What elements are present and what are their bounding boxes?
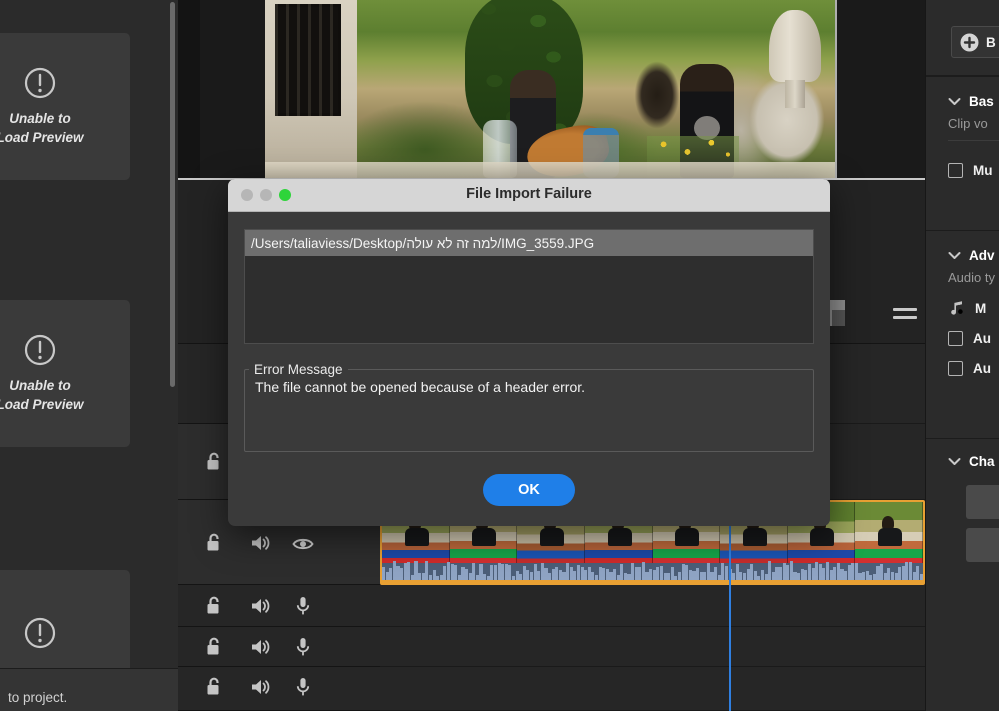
audio-checkbox-row-2[interactable]: Au [926, 353, 999, 383]
chevron-down-icon [948, 457, 961, 466]
clip-audio-waveform [382, 563, 923, 583]
eye-icon[interactable] [292, 536, 314, 552]
track-header-audio-3[interactable] [178, 667, 380, 711]
mute-label: Mu [973, 163, 993, 178]
chevron-down-icon [948, 251, 961, 260]
inspector-section-advanced: Adv Audio ty M Au Au [926, 240, 999, 383]
alert-circle-icon [23, 333, 57, 367]
checkbox-icon[interactable] [948, 331, 963, 346]
bin-footer-text: to project. [8, 690, 67, 705]
speaker-icon[interactable] [250, 534, 270, 552]
dialog-title: File Import Failure [228, 186, 830, 202]
alert-circle-icon [23, 66, 57, 100]
section-title: Cha [969, 454, 995, 469]
music-type-row[interactable]: M [926, 293, 999, 323]
preview-video-frame [265, 0, 835, 178]
inspector-section-basic: Bas Clip vo Mu [926, 86, 999, 185]
audio-option-label-1: Au [973, 331, 991, 346]
microphone-icon[interactable] [296, 637, 310, 657]
section-title: Bas [969, 94, 994, 109]
add-button[interactable]: B [951, 26, 999, 58]
microphone-icon[interactable] [296, 596, 310, 616]
video-editor-window: Unable to Load Preview G_3559 Unable to … [0, 0, 999, 711]
timeline-lane[interactable] [380, 627, 925, 667]
audio-type-label: Audio ty [926, 270, 999, 285]
hamburger-menu-icon[interactable] [893, 308, 917, 322]
inspector-header: B [926, 0, 999, 76]
error-group-label: Error Message [249, 362, 348, 377]
media-bin-footer: to project. [0, 668, 178, 711]
mute-checkbox-row[interactable]: Mu [926, 155, 999, 185]
dialog-title-bar[interactable]: File Import Failure [228, 179, 830, 212]
track-header-audio-2[interactable] [178, 627, 380, 667]
channel-left-button[interactable]: L [966, 485, 999, 519]
monitor-edge [835, 0, 837, 178]
media-bin-scrollbar[interactable] [170, 2, 175, 387]
microphone-icon[interactable] [296, 677, 310, 697]
media-bin-scroll-area[interactable]: Unable to Load Preview G_3559 Unable to … [0, 0, 178, 668]
file-import-failure-dialog: File Import Failure /Users/taliaviess/De… [228, 179, 830, 526]
section-header-advanced[interactable]: Adv [926, 240, 999, 270]
media-thumbnail-card[interactable] [0, 570, 130, 668]
unlock-icon[interactable] [205, 533, 223, 553]
section-title: Adv [969, 248, 995, 263]
error-message-group: Error Message The file cannot be opened … [244, 362, 814, 452]
music-label: M [975, 301, 986, 316]
unlock-icon[interactable] [205, 596, 223, 616]
media-bin-panel: Unable to Load Preview G_3559 Unable to … [0, 0, 178, 711]
file-path-list[interactable]: /Users/taliaviess/Desktop/למה זה לא עולה… [244, 229, 814, 344]
add-button-label: B [986, 35, 996, 50]
section-divider [948, 140, 999, 141]
preview-error-line-2: Load Preview [0, 129, 84, 147]
checkbox-icon[interactable] [948, 163, 963, 178]
checkbox-icon[interactable] [948, 361, 963, 376]
alert-circle-icon [23, 616, 57, 650]
timeline-lane[interactable] [380, 667, 925, 711]
preview-monitor[interactable] [178, 0, 925, 180]
unlock-icon[interactable] [205, 637, 223, 657]
chevron-down-icon [948, 97, 961, 106]
error-message-text: The file cannot be opened because of a h… [245, 377, 813, 395]
track-header-audio-1[interactable] [178, 585, 380, 627]
section-header-basic[interactable]: Bas [926, 86, 999, 116]
music-note-icon [948, 300, 965, 317]
speaker-icon[interactable] [250, 638, 270, 656]
file-path-row[interactable]: /Users/taliaviess/Desktop/למה זה לא עולה… [245, 230, 813, 256]
speaker-icon[interactable] [250, 678, 270, 696]
channel-right-button[interactable]: R [966, 528, 999, 562]
monitor-letterbox-left [178, 0, 200, 178]
media-thumbnail-card[interactable]: Unable to Load Preview [0, 33, 130, 180]
audio-option-label-2: Au [973, 361, 991, 376]
timeline-lane[interactable] [380, 585, 925, 627]
preview-error-line-2: Load Preview [0, 396, 84, 414]
inspector-section-channels: Cha L R [926, 446, 999, 562]
section-header-channels[interactable]: Cha [926, 446, 999, 476]
speaker-icon[interactable] [250, 597, 270, 615]
preview-error-line-1: Unable to [0, 110, 84, 128]
media-item-label: G_3559 [0, 203, 128, 218]
inspector-panel: B Bas Clip vo Mu Adv Audio ty [925, 0, 999, 711]
preview-error-line-1: Unable to [0, 377, 84, 395]
media-thumbnail-card[interactable]: Unable to Load Preview [0, 300, 130, 447]
unlock-icon[interactable] [205, 452, 223, 472]
ok-button[interactable]: OK [483, 474, 575, 506]
clip-volume-label: Clip vo [926, 116, 999, 131]
audio-checkbox-row-1[interactable]: Au [926, 323, 999, 353]
plus-circle-icon [960, 33, 979, 52]
unlock-icon[interactable] [205, 677, 223, 697]
